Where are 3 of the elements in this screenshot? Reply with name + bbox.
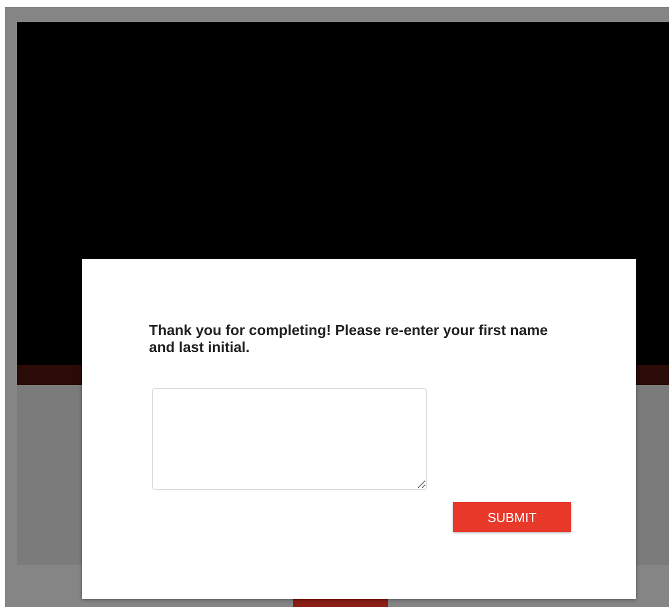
dialog-message: Thank you for completing! Please re-enter your first name and last initial. xyxy=(149,323,549,357)
submit-button[interactable]: SUBMIT xyxy=(453,502,571,532)
name-field[interactable] xyxy=(152,388,427,490)
